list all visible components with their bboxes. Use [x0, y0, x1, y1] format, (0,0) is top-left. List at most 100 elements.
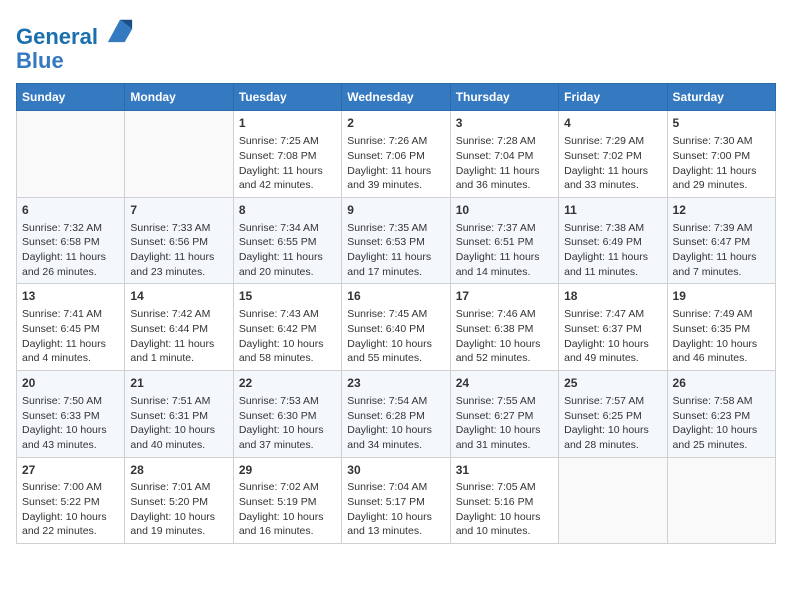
daylight-text: Daylight: 10 hours and 40 minutes. [130, 423, 227, 452]
calendar-cell: 31Sunrise: 7:05 AMSunset: 5:16 PMDayligh… [450, 457, 558, 544]
day-header-friday: Friday [559, 84, 667, 111]
calendar-cell: 9Sunrise: 7:35 AMSunset: 6:53 PMDaylight… [342, 197, 450, 284]
sunset-text: Sunset: 6:35 PM [673, 322, 770, 337]
daylight-text: Daylight: 11 hours and 4 minutes. [22, 337, 119, 366]
day-header-sunday: Sunday [17, 84, 125, 111]
calendar-cell: 25Sunrise: 7:57 AMSunset: 6:25 PMDayligh… [559, 371, 667, 458]
page-header: General Blue [16, 16, 776, 73]
day-number: 12 [673, 202, 770, 219]
day-number: 16 [347, 288, 444, 305]
daylight-text: Daylight: 10 hours and 55 minutes. [347, 337, 444, 366]
day-number: 28 [130, 462, 227, 479]
calendar-cell: 3Sunrise: 7:28 AMSunset: 7:04 PMDaylight… [450, 111, 558, 198]
sunset-text: Sunset: 6:28 PM [347, 409, 444, 424]
day-number: 23 [347, 375, 444, 392]
week-row-1: 1Sunrise: 7:25 AMSunset: 7:08 PMDaylight… [17, 111, 776, 198]
sunset-text: Sunset: 7:08 PM [239, 149, 336, 164]
day-number: 27 [22, 462, 119, 479]
logo: General Blue [16, 16, 134, 73]
daylight-text: Daylight: 10 hours and 43 minutes. [22, 423, 119, 452]
sunrise-text: Sunrise: 7:39 AM [673, 221, 770, 236]
calendar-cell: 6Sunrise: 7:32 AMSunset: 6:58 PMDaylight… [17, 197, 125, 284]
daylight-text: Daylight: 10 hours and 31 minutes. [456, 423, 553, 452]
sunset-text: Sunset: 6:30 PM [239, 409, 336, 424]
daylight-text: Daylight: 11 hours and 17 minutes. [347, 250, 444, 279]
calendar-cell: 14Sunrise: 7:42 AMSunset: 6:44 PMDayligh… [125, 284, 233, 371]
day-number: 31 [456, 462, 553, 479]
calendar-cell: 27Sunrise: 7:00 AMSunset: 5:22 PMDayligh… [17, 457, 125, 544]
day-number: 4 [564, 115, 661, 132]
sunset-text: Sunset: 6:40 PM [347, 322, 444, 337]
day-number: 9 [347, 202, 444, 219]
sunrise-text: Sunrise: 7:58 AM [673, 394, 770, 409]
sunrise-text: Sunrise: 7:30 AM [673, 134, 770, 149]
sunset-text: Sunset: 5:17 PM [347, 495, 444, 510]
sunrise-text: Sunrise: 7:34 AM [239, 221, 336, 236]
calendar-cell: 18Sunrise: 7:47 AMSunset: 6:37 PMDayligh… [559, 284, 667, 371]
calendar-cell: 30Sunrise: 7:04 AMSunset: 5:17 PMDayligh… [342, 457, 450, 544]
sunrise-text: Sunrise: 7:35 AM [347, 221, 444, 236]
week-row-4: 20Sunrise: 7:50 AMSunset: 6:33 PMDayligh… [17, 371, 776, 458]
daylight-text: Daylight: 10 hours and 46 minutes. [673, 337, 770, 366]
sunset-text: Sunset: 6:27 PM [456, 409, 553, 424]
day-number: 20 [22, 375, 119, 392]
daylight-text: Daylight: 11 hours and 7 minutes. [673, 250, 770, 279]
sunset-text: Sunset: 6:38 PM [456, 322, 553, 337]
day-number: 24 [456, 375, 553, 392]
sunrise-text: Sunrise: 7:46 AM [456, 307, 553, 322]
calendar-cell: 13Sunrise: 7:41 AMSunset: 6:45 PMDayligh… [17, 284, 125, 371]
daylight-text: Daylight: 10 hours and 10 minutes. [456, 510, 553, 539]
daylight-text: Daylight: 10 hours and 49 minutes. [564, 337, 661, 366]
sunrise-text: Sunrise: 7:26 AM [347, 134, 444, 149]
calendar-cell: 23Sunrise: 7:54 AMSunset: 6:28 PMDayligh… [342, 371, 450, 458]
calendar-cell: 5Sunrise: 7:30 AMSunset: 7:00 PMDaylight… [667, 111, 775, 198]
calendar-cell: 17Sunrise: 7:46 AMSunset: 6:38 PMDayligh… [450, 284, 558, 371]
daylight-text: Daylight: 10 hours and 19 minutes. [130, 510, 227, 539]
sunset-text: Sunset: 6:51 PM [456, 235, 553, 250]
sunset-text: Sunset: 6:58 PM [22, 235, 119, 250]
sunrise-text: Sunrise: 7:54 AM [347, 394, 444, 409]
calendar-cell: 21Sunrise: 7:51 AMSunset: 6:31 PMDayligh… [125, 371, 233, 458]
day-number: 15 [239, 288, 336, 305]
week-row-3: 13Sunrise: 7:41 AMSunset: 6:45 PMDayligh… [17, 284, 776, 371]
calendar-cell: 10Sunrise: 7:37 AMSunset: 6:51 PMDayligh… [450, 197, 558, 284]
daylight-text: Daylight: 11 hours and 42 minutes. [239, 164, 336, 193]
day-number: 6 [22, 202, 119, 219]
day-header-thursday: Thursday [450, 84, 558, 111]
sunrise-text: Sunrise: 7:38 AM [564, 221, 661, 236]
days-header-row: SundayMondayTuesdayWednesdayThursdayFrid… [17, 84, 776, 111]
day-header-monday: Monday [125, 84, 233, 111]
day-number: 29 [239, 462, 336, 479]
day-number: 13 [22, 288, 119, 305]
sunrise-text: Sunrise: 7:50 AM [22, 394, 119, 409]
calendar-cell: 29Sunrise: 7:02 AMSunset: 5:19 PMDayligh… [233, 457, 341, 544]
calendar-cell [17, 111, 125, 198]
sunset-text: Sunset: 6:25 PM [564, 409, 661, 424]
daylight-text: Daylight: 10 hours and 25 minutes. [673, 423, 770, 452]
day-number: 17 [456, 288, 553, 305]
daylight-text: Daylight: 11 hours and 26 minutes. [22, 250, 119, 279]
daylight-text: Daylight: 10 hours and 13 minutes. [347, 510, 444, 539]
day-header-tuesday: Tuesday [233, 84, 341, 111]
sunrise-text: Sunrise: 7:04 AM [347, 480, 444, 495]
day-number: 30 [347, 462, 444, 479]
sunrise-text: Sunrise: 7:28 AM [456, 134, 553, 149]
sunrise-text: Sunrise: 7:53 AM [239, 394, 336, 409]
daylight-text: Daylight: 10 hours and 37 minutes. [239, 423, 336, 452]
sunset-text: Sunset: 6:49 PM [564, 235, 661, 250]
sunrise-text: Sunrise: 7:25 AM [239, 134, 336, 149]
sunset-text: Sunset: 5:16 PM [456, 495, 553, 510]
sunrise-text: Sunrise: 7:00 AM [22, 480, 119, 495]
calendar-cell: 7Sunrise: 7:33 AMSunset: 6:56 PMDaylight… [125, 197, 233, 284]
daylight-text: Daylight: 11 hours and 11 minutes. [564, 250, 661, 279]
daylight-text: Daylight: 11 hours and 20 minutes. [239, 250, 336, 279]
sunrise-text: Sunrise: 7:05 AM [456, 480, 553, 495]
day-number: 8 [239, 202, 336, 219]
sunrise-text: Sunrise: 7:01 AM [130, 480, 227, 495]
day-number: 10 [456, 202, 553, 219]
day-number: 11 [564, 202, 661, 219]
day-number: 22 [239, 375, 336, 392]
sunrise-text: Sunrise: 7:45 AM [347, 307, 444, 322]
sunset-text: Sunset: 6:37 PM [564, 322, 661, 337]
daylight-text: Daylight: 11 hours and 29 minutes. [673, 164, 770, 193]
